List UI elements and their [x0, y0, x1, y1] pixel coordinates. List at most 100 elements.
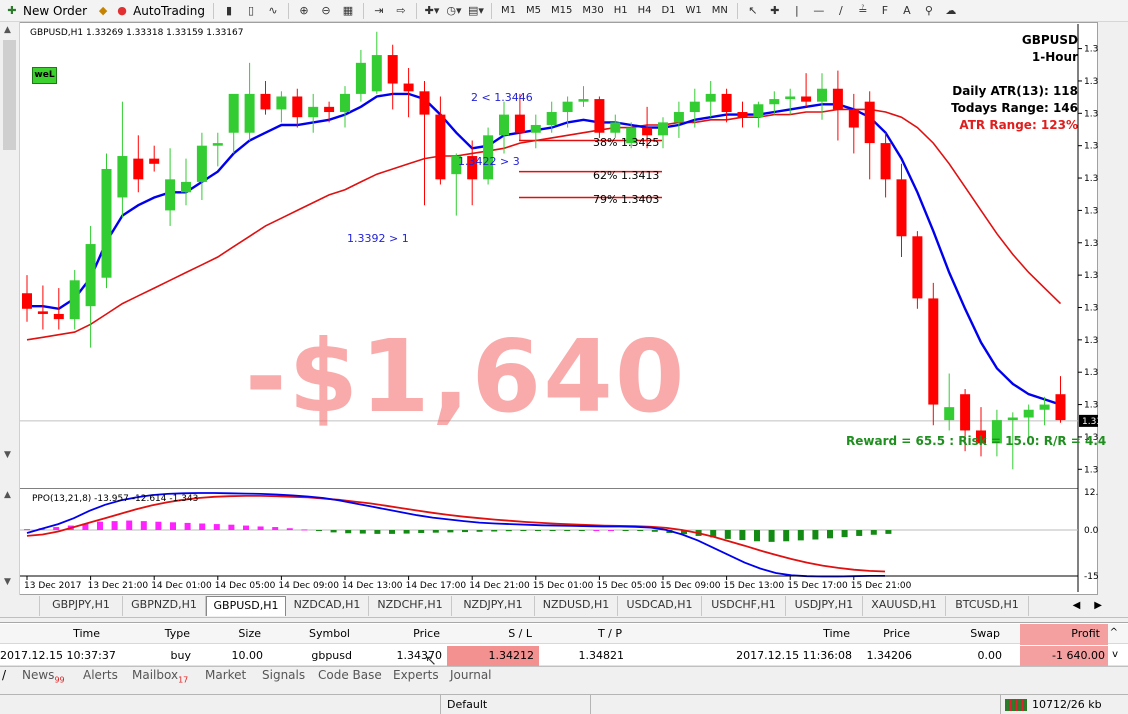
col-time[interactable]: Time: [40, 627, 100, 640]
ppo-tick-label: 0.00: [1084, 526, 1098, 536]
tab-gbpjpy[interactable]: GBPJPY,H1: [40, 596, 123, 616]
timeframe-m15[interactable]: M15: [546, 5, 577, 16]
periods-icon[interactable]: ◷▾: [445, 3, 463, 19]
left-scrollbar[interactable]: ▲ ▼ ▲ ▼: [0, 22, 20, 595]
ppo-histogram-bar: [564, 530, 571, 532]
tab-experts[interactable]: Experts: [393, 668, 439, 682]
tab-nzdusd[interactable]: NZDUSD,H1: [535, 596, 618, 616]
ppo-histogram-bar: [491, 530, 498, 532]
timeframe-mn[interactable]: MN: [707, 5, 733, 16]
tile-windows-icon[interactable]: ▦: [339, 3, 357, 19]
scroll-up-icon[interactable]: ▲: [4, 25, 11, 35]
expert-badge[interactable]: weL: [32, 67, 57, 84]
tab-usdcad[interactable]: USDCAD,H1: [618, 596, 702, 616]
new-order-button[interactable]: ✚ New Order: [0, 1, 91, 21]
price-tick-label: 1.34355: [1084, 109, 1098, 119]
bar-chart-icon[interactable]: ▮: [220, 3, 238, 19]
channel-icon[interactable]: ≟: [854, 3, 872, 19]
zoom-out-icon[interactable]: ⊖: [317, 3, 335, 19]
profile-name[interactable]: Default: [447, 698, 487, 711]
candlestick-icon[interactable]: ▯: [242, 3, 260, 19]
candle-body: [562, 101, 573, 113]
tab-scroll-arrows[interactable]: ◀▶: [1073, 600, 1116, 611]
fibonacci-icon[interactable]: F: [876, 3, 894, 19]
tab-nzdcad[interactable]: NZDCAD,H1: [286, 596, 369, 616]
timeframe-h4[interactable]: H4: [633, 5, 657, 16]
zoom-in-icon[interactable]: ⊕: [295, 3, 313, 19]
chat-icon[interactable]: ☁: [942, 3, 960, 19]
tab-signals[interactable]: Signals: [262, 668, 305, 682]
tab-usdchf[interactable]: USDCHF,H1: [702, 596, 786, 616]
ppo-histogram-bar: [199, 523, 206, 531]
line-chart-icon[interactable]: ∿: [264, 3, 282, 19]
ppo-histogram-bar: [462, 530, 468, 533]
trade-tab-arrow-icon[interactable]: /: [2, 668, 6, 682]
autoscroll-icon[interactable]: ⇨: [392, 3, 410, 19]
tab-market[interactable]: Market: [205, 668, 246, 682]
ppo-histogram-bar: [140, 521, 147, 531]
col-size[interactable]: Size: [200, 627, 261, 640]
order-tp: 1.34821: [578, 649, 625, 662]
tab-usdjpy[interactable]: USDJPY,H1: [786, 596, 863, 616]
timeframe-m5[interactable]: M5: [521, 5, 546, 16]
autotrading-button[interactable]: ◆ ● AutoTrading: [91, 1, 209, 21]
tab-nzdchf[interactable]: NZDCHF,H1: [369, 596, 452, 616]
ppo-histogram-bar: [272, 527, 279, 531]
trendline-icon[interactable]: ∕: [832, 3, 850, 19]
candle-body: [896, 179, 907, 237]
timeframe-m30[interactable]: M30: [577, 5, 608, 16]
col-price[interactable]: Price: [370, 627, 440, 640]
indicators-icon[interactable]: ✚▾: [423, 3, 441, 19]
candle-body: [435, 114, 446, 180]
timeframe-h1[interactable]: H1: [609, 5, 633, 16]
tab-mailbox[interactable]: Mailbox17: [132, 668, 188, 684]
vertical-line-icon[interactable]: |: [788, 3, 806, 19]
tab-gbpnzd[interactable]: GBPNZD,H1: [123, 596, 206, 616]
candle-body: [673, 112, 684, 123]
tab-journal[interactable]: Journal: [450, 668, 492, 682]
chart-shift-icon[interactable]: ⇥: [370, 3, 388, 19]
timeframe-w1[interactable]: W1: [681, 5, 707, 16]
col-close-time[interactable]: Time: [760, 627, 850, 640]
timeframe-d1[interactable]: D1: [656, 5, 680, 16]
col-swap[interactable]: Swap: [930, 627, 1000, 640]
col-sl[interactable]: S / L: [450, 627, 532, 640]
candle-body: [912, 236, 923, 299]
search-icon[interactable]: ⚲: [920, 3, 938, 19]
table-row[interactable]: 2017.12.15 10:37:37 buy 10.00 gbpusd 1.3…: [0, 646, 1128, 666]
scroll-down-icon[interactable]: ▼: [4, 577, 11, 587]
scroll-down-icon[interactable]: ▼: [4, 450, 11, 460]
scroll-up-icon[interactable]: ▲: [4, 490, 11, 500]
order-type: buy: [170, 649, 191, 662]
tab-gbpusd[interactable]: GBPUSD,H1: [206, 596, 286, 616]
tab-alerts[interactable]: Alerts: [83, 668, 118, 682]
table-scroll-up-icon[interactable]: ^: [1108, 627, 1118, 638]
col-symbol[interactable]: Symbol: [280, 627, 350, 640]
text-icon[interactable]: A: [898, 3, 916, 19]
cursor-icon[interactable]: ↖: [744, 3, 762, 19]
tab-codebase[interactable]: Code Base: [318, 668, 382, 682]
ppo-histogram-bar: [286, 528, 293, 531]
crosshair-icon[interactable]: ✚: [766, 3, 784, 19]
timeframe-m1[interactable]: M1: [496, 5, 521, 16]
scrollbar-thumb[interactable]: [3, 40, 16, 150]
chart-tabs-bar: GBPJPY,H1 GBPNZD,H1 GBPUSD,H1 NZDCAD,H1 …: [0, 596, 1128, 618]
col-tp[interactable]: T / P: [540, 627, 622, 640]
horizontal-line-icon[interactable]: —: [810, 3, 828, 19]
candle-body: [642, 127, 653, 136]
candle-body: [53, 313, 64, 320]
ppo-histogram-bar: [228, 524, 235, 531]
col-close-price[interactable]: Price: [840, 627, 910, 640]
candle-body: [403, 83, 414, 92]
templates-icon[interactable]: ▤▾: [467, 3, 485, 19]
tab-nzdjpy[interactable]: NZDJPY,H1: [452, 596, 535, 616]
ppo-histogram-bar: [885, 530, 892, 534]
tab-news[interactable]: News99: [22, 668, 65, 684]
tab-mailbox-label: Mailbox: [132, 668, 179, 682]
col-profit[interactable]: Profit: [1030, 627, 1100, 640]
table-scroll-down-icon[interactable]: v: [1108, 649, 1118, 660]
candle-body: [355, 62, 366, 94]
tab-btcusd[interactable]: BTCUSD,H1: [946, 596, 1029, 616]
col-type[interactable]: Type: [130, 627, 190, 640]
tab-xauusd[interactable]: XAUUSD,H1: [863, 596, 946, 616]
